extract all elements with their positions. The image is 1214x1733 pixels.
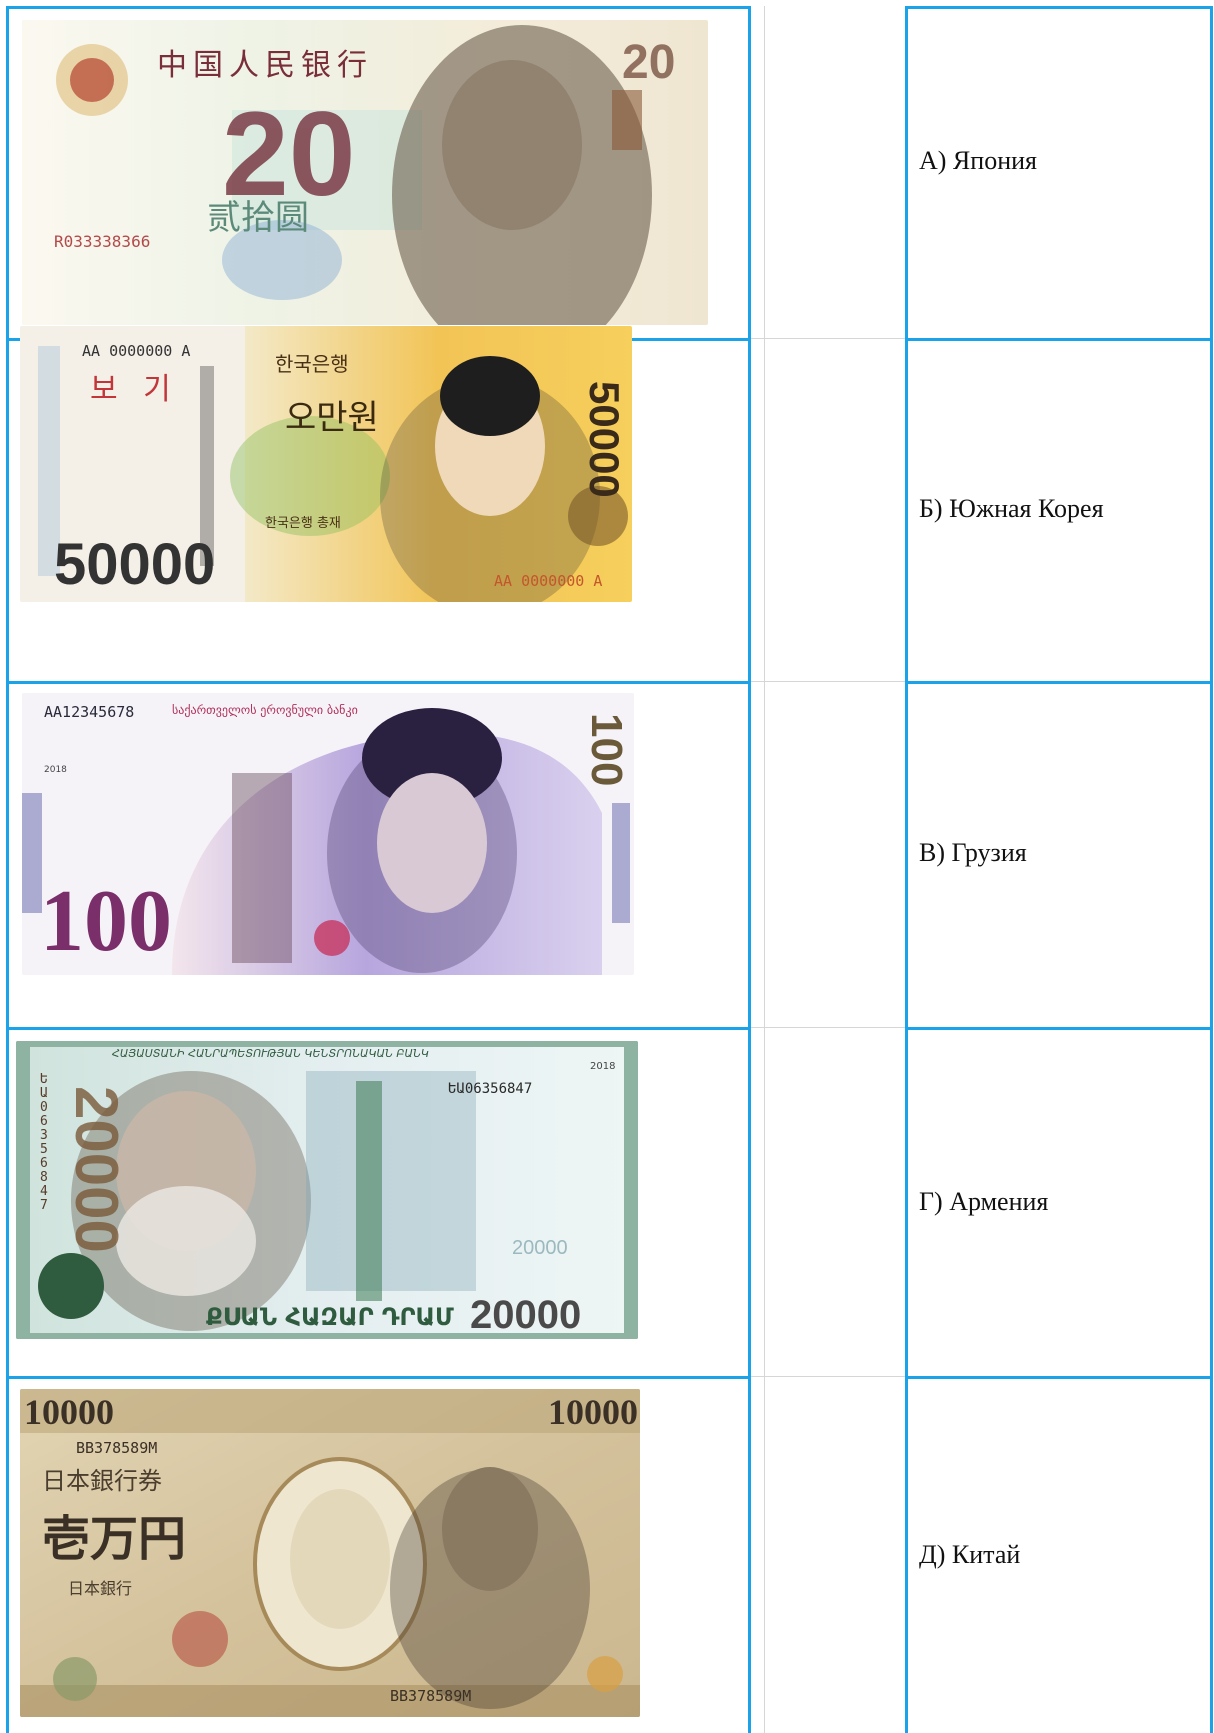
table-border-mid [748,6,751,1733]
answer-d: Г) Армения [919,1187,1049,1216]
amount-text: ՔՍԱՆ ՀԱԶԱՐ ԴՐԱՄ [206,1303,454,1331]
amount-text: 壱万円 [42,1511,187,1567]
serial-number: R033338366 [54,232,151,251]
column-divider-inner [764,6,765,1733]
denomination-top-right: 10000 [548,1392,638,1432]
table-border-top-right [905,6,1213,9]
bank-name: ՀԱՅԱՍՏԱՆԻ ՀԱՆՐԱՊԵՏՈՒԹՅԱՆ ԿԵՆՏՐՈՆԱԿԱՆ ԲԱՆ… [112,1047,429,1060]
table-border-top-left [6,6,751,9]
governor-text: 한국은행 총재 [265,516,341,531]
row-divider-2-mid [751,681,905,682]
table-border-right [1210,6,1213,1733]
row-divider-4-right [905,1376,1213,1379]
denomination-large: 20000 [470,1293,582,1337]
table-border-answer-left [905,6,908,1733]
amount-text: 贰拾圆 [207,198,309,238]
answer-e: Д) Китай [919,1540,1021,1569]
specimen-text: 보 기 [90,372,179,407]
svg-text:50000: 50000 [581,381,628,498]
issuer-text: 日本銀行 [68,1579,133,1598]
denomination-top-left: 10000 [24,1392,114,1432]
row-divider-3-left [6,1027,751,1030]
svg-text:20000: 20000 [63,1086,130,1253]
serial-bottom: AA 0000000 A [494,572,603,590]
seal-icon [172,1611,228,1667]
denomination-large: 50000 [54,532,216,597]
answer-c: В) Грузия [919,838,1027,867]
bank-name: 한국은행 [275,352,349,376]
answer-b: Б) Южная Корея [919,494,1104,523]
row-divider-4-mid [751,1376,905,1377]
serial-number: AA12345678 [44,703,135,721]
table-border-left [6,6,9,1733]
vertical-serial: ԵԱ06356847 [40,1072,48,1213]
serial-top: BB378589M [76,1439,158,1457]
banknote-japan-10000: 10000 10000 BB378589M 日本銀行券 壱万円 日本銀行 BB3… [20,1389,640,1717]
year: 2018 [590,1061,616,1072]
row-divider-3-mid [751,1027,905,1028]
watermark-value: 20000 [512,1237,568,1259]
row-divider-2-left [6,681,751,684]
serial-bottom: BB378589M [390,1687,472,1705]
denomination-large: 100 [40,873,172,970]
row-divider-2-right [905,681,1213,684]
serial-number: ԵԱ06356847 [448,1081,533,1097]
amount-text: 오만원 [285,398,379,438]
bank-name: 日本銀行券 [42,1467,162,1495]
row-divider-1-mid [751,338,905,339]
bank-name: 中国人民银行 [157,48,373,83]
banknote-korea-50000: 50000 AA 0000000 A 보 기 한국은행 오만원 한국은행 총재 … [20,326,632,602]
serial-top: AA 0000000 A [82,342,191,360]
banknote-china-20: 20 20 中国人民银行 贰拾圆 R033338366 [22,20,708,325]
svg-text:100: 100 [582,713,631,786]
banknote-georgia-100: 100 AA12345678 საქართველოს ეროვნული ბანკ… [22,693,634,975]
bank-name: საქართველოს ეროვნული ბანკი [172,703,358,717]
answer-a: А) Япония [919,146,1037,175]
banknote-armenia-20000: 20000 ՀԱՅԱՍՏԱՆԻ ՀԱՆՐԱՊԵՏՈՒԹՅԱՆ ԿԵՆՏՐՈՆԱԿ… [16,1041,638,1339]
row-divider-4-left [6,1376,751,1379]
row-divider-3-right [905,1027,1213,1030]
svg-text:20: 20 [622,36,675,89]
year: 2018 [44,765,67,775]
row-divider-1-right [905,338,1213,341]
